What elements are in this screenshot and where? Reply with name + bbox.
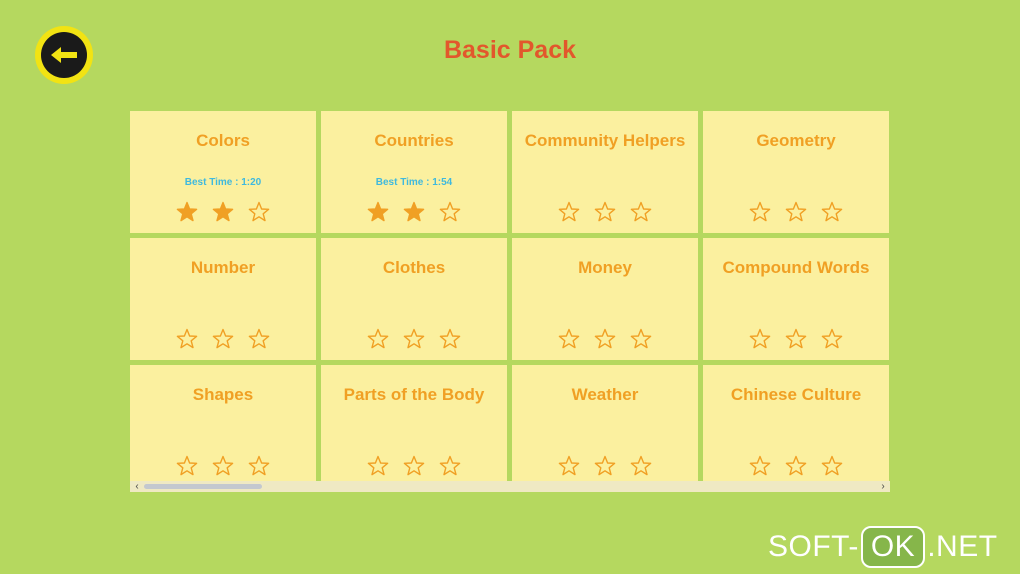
star-filled-icon <box>212 201 234 222</box>
tile-title: Chinese Culture <box>730 385 862 404</box>
star-filled-icon <box>367 201 389 222</box>
star-outline-icon <box>403 328 425 349</box>
star-rating <box>130 328 316 350</box>
star-outline-icon <box>439 201 461 222</box>
tile-title: Countries <box>374 131 454 150</box>
tile-colors[interactable]: Colors Best Time : 1:20 <box>130 111 316 233</box>
star-outline-icon <box>749 201 771 222</box>
tile-title: Compound Words <box>722 258 870 277</box>
star-outline-icon <box>367 328 389 349</box>
star-outline-icon <box>785 328 807 349</box>
star-outline-icon <box>248 201 270 222</box>
tile-geometry[interactable]: Geometry <box>703 111 889 233</box>
star-rating <box>321 455 507 477</box>
star-outline-icon <box>821 201 843 222</box>
tile-title: Number <box>190 258 256 277</box>
star-rating <box>130 201 316 223</box>
horizontal-scrollbar[interactable]: ‹ › <box>130 481 890 492</box>
tile-title: Money <box>578 258 632 277</box>
tile-parts-of-the-body[interactable]: Parts of the Body <box>321 365 507 487</box>
star-rating <box>703 201 889 223</box>
star-rating <box>130 455 316 477</box>
star-outline-icon <box>248 328 270 349</box>
star-outline-icon <box>821 328 843 349</box>
star-rating <box>321 201 507 223</box>
star-outline-icon <box>558 455 580 476</box>
watermark-prefix: SOFT- <box>768 530 859 563</box>
star-rating <box>512 455 698 477</box>
star-filled-icon <box>403 201 425 222</box>
star-outline-icon <box>749 328 771 349</box>
star-rating <box>703 328 889 350</box>
best-time-label: Best Time : 1:54 <box>375 177 453 188</box>
star-outline-icon <box>439 455 461 476</box>
star-outline-icon <box>212 328 234 349</box>
tile-shapes[interactable]: Shapes <box>130 365 316 487</box>
star-rating <box>703 455 889 477</box>
star-outline-icon <box>785 201 807 222</box>
tile-countries[interactable]: Countries Best Time : 1:54 <box>321 111 507 233</box>
tile-title: Parts of the Body <box>343 385 485 404</box>
star-outline-icon <box>785 455 807 476</box>
star-rating <box>512 201 698 223</box>
tile-title: Weather <box>571 385 639 404</box>
tile-number[interactable]: Number <box>130 238 316 360</box>
tile-title: Clothes <box>382 258 446 277</box>
watermark: SOFT- OK .NET <box>768 526 998 568</box>
pack-grid: Colors Best Time : 1:20 Countries Best Time… <box>130 111 890 492</box>
star-outline-icon <box>403 455 425 476</box>
scroll-thumb[interactable] <box>144 484 262 489</box>
watermark-ok: OK <box>860 526 926 568</box>
star-outline-icon <box>630 201 652 222</box>
star-outline-icon <box>558 328 580 349</box>
star-outline-icon <box>594 201 616 222</box>
star-outline-icon <box>176 455 198 476</box>
tile-title: Colors <box>196 131 250 150</box>
tile-community-helpers[interactable]: Community Helpers <box>512 111 698 233</box>
tile-weather[interactable]: Weather <box>512 365 698 487</box>
tile-money[interactable]: Money <box>512 238 698 360</box>
star-outline-icon <box>439 328 461 349</box>
watermark-suffix: .NET <box>927 530 998 563</box>
tile-chinese-culture[interactable]: Chinese Culture <box>703 365 889 487</box>
best-time-label: Best Time : 1:20 <box>184 177 262 188</box>
star-outline-icon <box>630 455 652 476</box>
star-outline-icon <box>367 455 389 476</box>
star-outline-icon <box>821 455 843 476</box>
scroll-left-icon[interactable]: ‹ <box>132 481 142 492</box>
page-title: Basic Pack <box>443 36 577 64</box>
star-filled-icon <box>176 201 198 222</box>
star-outline-icon <box>212 455 234 476</box>
tile-clothes[interactable]: Clothes <box>321 238 507 360</box>
star-outline-icon <box>594 455 616 476</box>
tile-title: Geometry <box>756 131 836 150</box>
tile-title: Shapes <box>192 385 254 404</box>
star-outline-icon <box>630 328 652 349</box>
tile-compound-words[interactable]: Compound Words <box>703 238 889 360</box>
star-outline-icon <box>248 455 270 476</box>
star-rating <box>512 328 698 350</box>
star-outline-icon <box>594 328 616 349</box>
star-outline-icon <box>558 201 580 222</box>
scroll-right-icon[interactable]: › <box>878 481 888 492</box>
star-outline-icon <box>176 328 198 349</box>
tile-title: Community Helpers <box>524 131 686 150</box>
star-outline-icon <box>749 455 771 476</box>
star-rating <box>321 328 507 350</box>
